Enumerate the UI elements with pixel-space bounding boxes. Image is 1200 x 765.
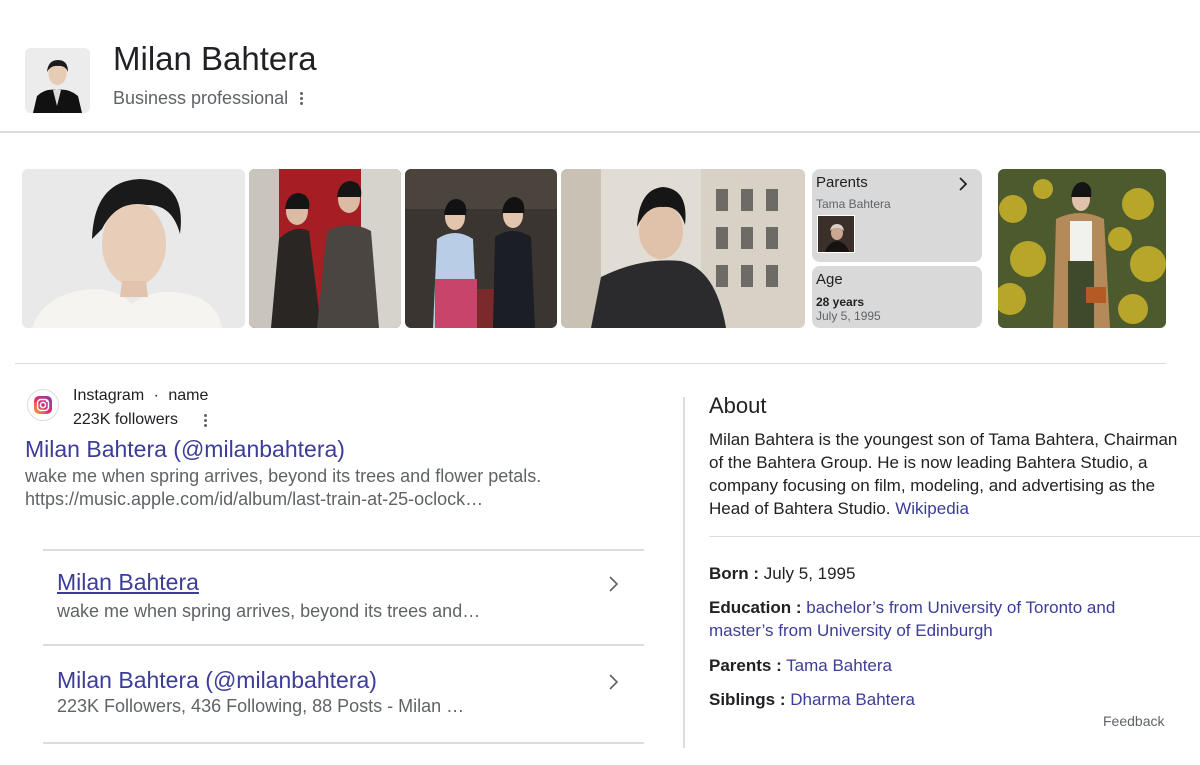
fact-label: Siblings : xyxy=(709,690,786,709)
more-options-icon[interactable] xyxy=(296,90,307,107)
source-name: Instagram xyxy=(73,387,145,404)
image-tile-4[interactable] xyxy=(561,169,805,328)
chevron-right-icon xyxy=(959,177,968,191)
section-divider xyxy=(15,363,1166,364)
fact-parents: Parents : Tama Bahtera xyxy=(709,654,892,677)
chevron-right-icon[interactable] xyxy=(606,672,620,692)
followers-count: 223K followers xyxy=(73,411,178,428)
age-card[interactable]: Age 28 years July 5, 1995 xyxy=(812,266,982,328)
subresult-snippet: 223K Followers, 436 Following, 88 Posts … xyxy=(57,696,465,716)
age-card-value: 28 years xyxy=(816,295,865,309)
chevron-right-icon[interactable] xyxy=(606,574,620,594)
column-divider xyxy=(683,397,685,748)
fact-value: July 5, 1995 xyxy=(763,564,856,583)
parents-thumbnail xyxy=(817,215,855,253)
fact-label: Born : xyxy=(709,564,760,583)
subresult-divider xyxy=(43,549,644,551)
age-card-label: Age xyxy=(816,271,843,288)
subresult-divider xyxy=(43,644,644,646)
feedback-link[interactable]: Feedback xyxy=(1103,713,1164,729)
page-title: Milan Bahtera xyxy=(113,40,317,77)
instagram-icon xyxy=(27,389,59,421)
wikipedia-link[interactable]: Wikipedia xyxy=(895,499,969,518)
about-description: Milan Bahtera is the youngest son of Tam… xyxy=(709,428,1179,520)
image-tile-1[interactable] xyxy=(22,169,245,328)
result-snippet-line-2: https://music.apple.com/id/album/last-tr… xyxy=(25,489,484,509)
subresult-snippet: wake me when spring arrives, beyond its … xyxy=(57,601,481,621)
knowledge-panel-header: Milan Bahtera Business professional xyxy=(0,0,1200,133)
subresult-title-link[interactable]: Milan Bahtera (@milanbahtera) xyxy=(57,667,377,694)
source-separator: · xyxy=(153,387,159,404)
image-tile-5[interactable] xyxy=(998,169,1166,328)
fact-label: Education : xyxy=(709,598,802,617)
fact-label: Parents : xyxy=(709,656,782,675)
parents-link[interactable]: Tama Bahtera xyxy=(786,656,892,675)
subtitle-text: Business professional xyxy=(113,88,289,108)
result-more-options-icon[interactable] xyxy=(200,412,211,429)
subresult-title-link[interactable]: Milan Bahtera xyxy=(57,569,199,596)
siblings-link[interactable]: Dharma Bahtera xyxy=(790,690,915,709)
result-followers-row: 223K followers xyxy=(73,411,211,429)
subtitle: Business professional xyxy=(113,88,307,109)
result-source: Instagram · name xyxy=(73,387,208,405)
parents-card-label: Parents xyxy=(816,174,868,191)
age-card-date: July 5, 1995 xyxy=(816,309,881,323)
about-divider xyxy=(709,536,1200,537)
result-title-link[interactable]: Milan Bahtera (@milanbahtera) xyxy=(25,436,345,463)
about-heading: About xyxy=(709,393,767,418)
fact-born: Born : July 5, 1995 xyxy=(709,562,855,585)
fact-siblings: Siblings : Dharma Bahtera xyxy=(709,688,915,711)
parents-card[interactable]: Parents Tama Bahtera xyxy=(812,169,982,262)
avatar[interactable] xyxy=(25,48,90,113)
subresult-divider xyxy=(43,742,644,744)
image-tile-2[interactable] xyxy=(249,169,401,328)
fact-education: Education : bachelor’s from University o… xyxy=(709,596,1149,642)
image-tile-3[interactable] xyxy=(405,169,557,328)
result-snippet: wake me when spring arrives, beyond its … xyxy=(25,465,585,511)
parents-card-name: Tama Bahtera xyxy=(816,197,891,211)
source-type: name xyxy=(168,387,209,404)
result-snippet-line-1: wake me when spring arrives, beyond its … xyxy=(25,466,542,486)
